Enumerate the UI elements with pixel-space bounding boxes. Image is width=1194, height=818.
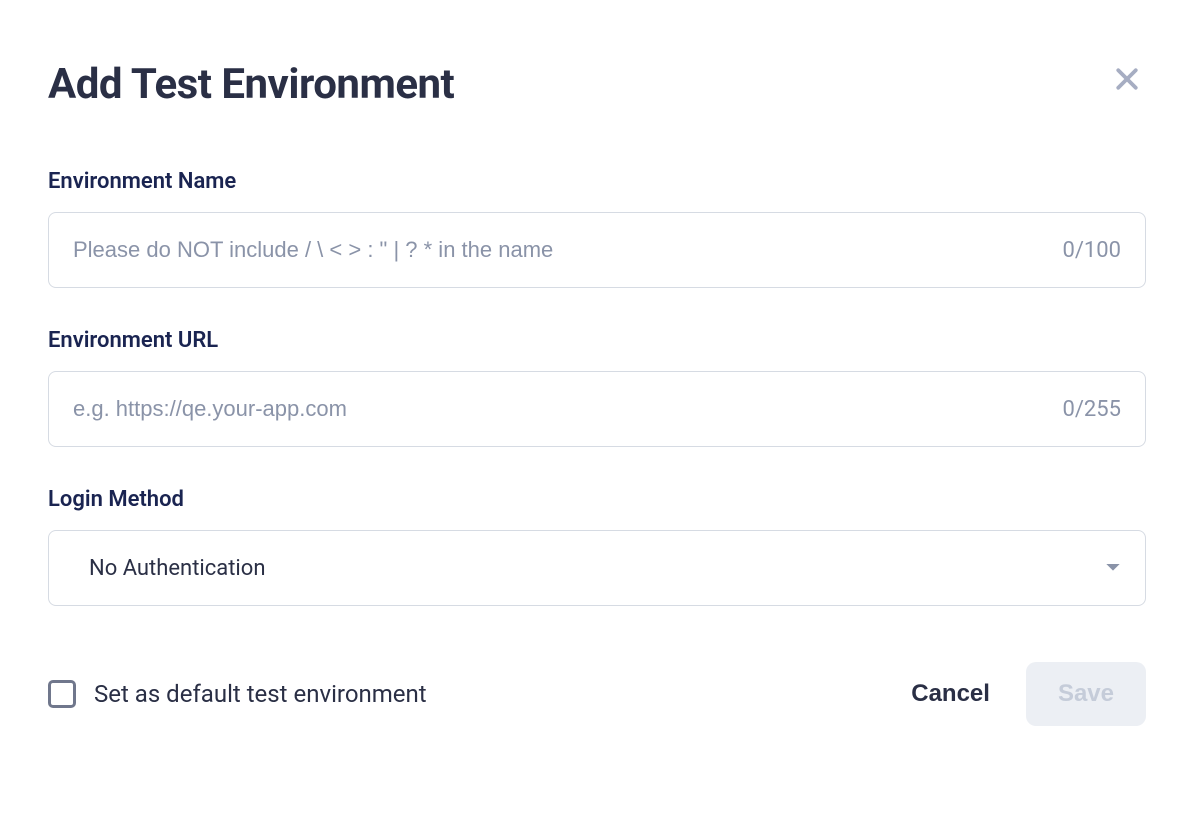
close-icon [1112,64,1142,97]
modal-title: Add Test Environment [48,60,454,109]
default-env-checkbox[interactable] [48,680,76,708]
environment-name-counter: 0/100 [1062,238,1121,263]
default-env-checkbox-label: Set as default test environment [94,680,427,708]
environment-url-counter: 0/255 [1062,397,1121,422]
environment-name-input-wrapper: 0/100 [48,212,1146,288]
login-method-label: Login Method [48,487,1146,512]
environment-name-input[interactable] [73,213,1050,287]
login-method-group: Login Method No Authentication [48,487,1146,606]
environment-name-label: Environment Name [48,169,1146,194]
add-test-environment-modal: Add Test Environment Environment Name 0/… [0,0,1194,774]
login-method-select[interactable]: No Authentication [48,530,1146,606]
footer-actions: Cancel Save [907,662,1146,726]
modal-header: Add Test Environment [48,60,1146,109]
login-method-selected-value: No Authentication [89,556,1105,581]
environment-url-input-wrapper: 0/255 [48,371,1146,447]
environment-url-group: Environment URL 0/255 [48,328,1146,447]
caret-down-icon [1105,562,1121,574]
environment-name-group: Environment Name 0/100 [48,169,1146,288]
close-button[interactable] [1108,60,1146,101]
modal-footer: Set as default test environment Cancel S… [48,662,1146,726]
environment-url-input[interactable] [73,372,1050,446]
environment-url-label: Environment URL [48,328,1146,353]
save-button[interactable]: Save [1026,662,1146,726]
default-env-checkbox-wrapper[interactable]: Set as default test environment [48,680,427,708]
cancel-button[interactable]: Cancel [907,672,994,716]
